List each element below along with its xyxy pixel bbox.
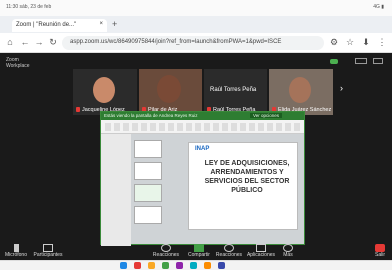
taskbar [0, 260, 392, 270]
tab-strip: Zoom | "Reunión de..." × + [0, 16, 392, 33]
apps-icon [256, 244, 266, 252]
slide-thumbnail[interactable] [134, 184, 162, 202]
address-bar: ⌂ ← → ↻ aspp.zoom.us/wc/86490975844/join… [0, 33, 392, 53]
reactions-icon [161, 244, 171, 252]
ribbon-tools [105, 123, 300, 131]
back-icon[interactable]: ← [19, 36, 31, 48]
status-bar: 11:30 sáb, 23 de feb 4G ▮ [0, 0, 392, 16]
leave-icon [375, 244, 385, 252]
taskbar-app-icon[interactable] [218, 262, 225, 269]
new-tab-button[interactable]: + [112, 19, 117, 29]
heart-button[interactable]: Reacciones [214, 244, 244, 258]
share-icon [194, 244, 204, 252]
taskbar-app-icon[interactable] [176, 262, 183, 269]
left-panel [101, 134, 131, 246]
more-button[interactable]: Más [278, 244, 298, 258]
download-icon[interactable]: ⬇ [360, 36, 372, 48]
forward-icon[interactable]: → [33, 36, 45, 48]
ppt-ribbon [101, 120, 304, 134]
view-options-button[interactable]: Ver opciones [249, 113, 282, 118]
participants-button[interactable]: Participantes [30, 244, 66, 258]
view-icon[interactable] [355, 58, 367, 64]
url-field[interactable]: aspp.zoom.us/wc/86490975844/join?ref_fro… [62, 36, 324, 50]
participant-video [93, 77, 115, 103]
slide-thumbnail[interactable] [134, 140, 162, 158]
tab-title: Zoom | "Reunión de..." [16, 22, 77, 28]
participant-tile[interactable]: Elida Juárez Sánchez [269, 69, 333, 115]
reactions-button[interactable]: Reacciones [150, 244, 182, 258]
participant-tile[interactable]: Raúl Torres Peña Raúl Torres Peña [204, 69, 267, 115]
status-icons: 4G ▮ [373, 4, 384, 10]
shared-screen[interactable]: Estás viendo la pantalla de Andrea Reyes… [100, 111, 305, 246]
taskbar-app-icon[interactable] [148, 262, 155, 269]
mic-button[interactable]: Micrófono [4, 244, 28, 258]
reload-icon[interactable]: ↻ [47, 36, 59, 48]
slide-logo: INAP [195, 146, 210, 152]
heart-icon [224, 244, 234, 252]
participant-video [289, 77, 311, 103]
participants-icon [43, 244, 53, 252]
leave-button[interactable]: Salir [370, 244, 390, 258]
settings-icon[interactable]: ⚙ [328, 36, 340, 48]
taskbar-app-icon[interactable] [134, 262, 141, 269]
slide-canvas: INAP LEY DE ADQUISICIONES, ARRENDAMIENTO… [188, 142, 298, 230]
menu-icon[interactable]: ⋮ [376, 36, 388, 48]
participant-center-name: Raúl Torres Peña [210, 87, 257, 93]
mic-icon [13, 244, 19, 252]
fullscreen-icon[interactable] [373, 58, 383, 64]
slide-thumbnail[interactable] [134, 206, 162, 224]
tab-zoom[interactable]: Zoom | "Reunión de..." × [12, 19, 107, 32]
share-button[interactable]: Compartir [184, 244, 214, 258]
tab-close-icon[interactable]: × [99, 21, 103, 27]
share-banner: Estás viendo la pantalla de Andrea Reyes… [101, 112, 304, 120]
meeting-label: Zoom Workplace [6, 57, 30, 69]
security-icon[interactable] [330, 59, 338, 64]
more-icon [283, 244, 293, 252]
taskbar-app-icon[interactable] [120, 262, 127, 269]
participant-tile[interactable]: Pilar de Ariz [139, 69, 202, 115]
slide-title: LEY DE ADQUISICIONES, ARRENDAMIENTOS Y S… [204, 160, 290, 194]
taskbar-app-icon[interactable] [204, 262, 211, 269]
star-icon[interactable]: ☆ [344, 36, 356, 48]
apps-button[interactable]: Aplicaciones [244, 244, 278, 258]
participant-tile[interactable]: Jacqueline López [73, 69, 137, 115]
next-page-icon[interactable]: › [340, 83, 343, 93]
taskbar-app-icon[interactable] [190, 262, 197, 269]
status-time: 11:30 sáb, 23 de feb [6, 4, 52, 10]
taskbar-app-icon[interactable] [162, 262, 169, 269]
home-icon[interactable]: ⌂ [4, 36, 16, 48]
participant-video [157, 75, 181, 103]
slide-thumbnail[interactable] [134, 162, 162, 180]
